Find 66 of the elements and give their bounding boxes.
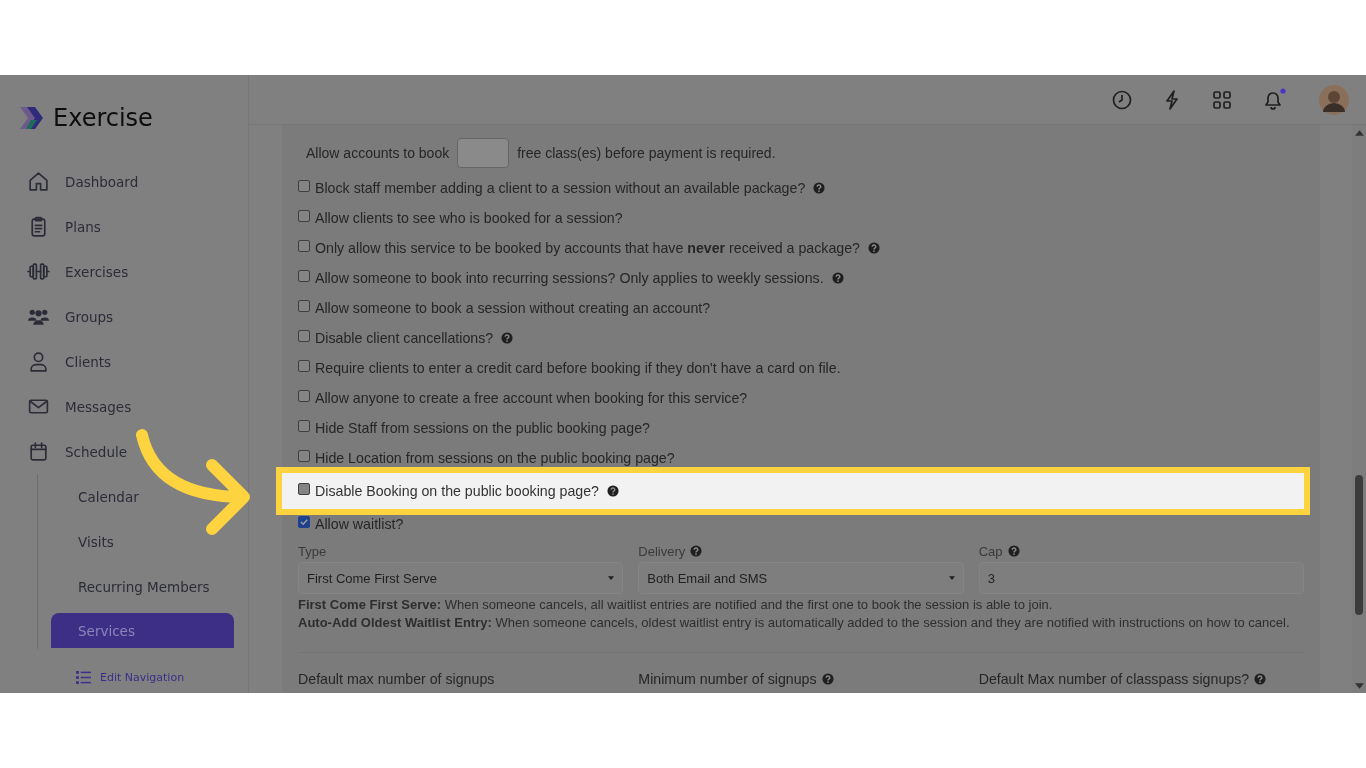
free-classes-field[interactable]	[457, 138, 510, 168]
checkbox[interactable]	[298, 483, 310, 495]
caret-icon	[948, 576, 955, 580]
checkbox[interactable]	[298, 300, 310, 312]
option-label: Require clients to enter a credit card before booking if they don't have a card on file.	[315, 360, 841, 376]
free-classes-suffix: free class(es) before payment is required.	[517, 145, 776, 161]
field-label: Delivery	[638, 543, 686, 559]
brand-name: Exercise	[53, 104, 153, 132]
caret-icon	[608, 576, 615, 580]
option-label: Allow anyone to create a free account when booking for this service?	[315, 390, 748, 406]
checkbox[interactable]	[298, 390, 310, 402]
nav-subitem[interactable]: Recurring Members	[51, 564, 234, 609]
option-label: Allow someone to book into recurring sessions? Only applies to weekly sessions.	[315, 270, 824, 286]
checkbox[interactable]	[298, 450, 310, 462]
field-label: Minimum number of signups	[638, 671, 817, 687]
nav-item[interactable]: Exercises	[27, 249, 248, 294]
input-field[interactable]: 3	[978, 562, 1304, 594]
list-icon	[76, 671, 91, 684]
scroll-up-icon[interactable]	[1354, 130, 1364, 136]
nav-item[interactable]: Plans	[27, 204, 248, 249]
field-label: Type	[298, 543, 327, 559]
logo-icon	[17, 104, 45, 132]
checkbox[interactable]	[298, 420, 310, 432]
clock-icon[interactable]	[1111, 88, 1133, 111]
checkbox[interactable]	[298, 330, 310, 342]
help-text: Auto-Add Oldest Waitlist Entry: When someone cancels, oldest waitlist entry is automatically added to the session and they are notified with instructions on how to cancel.	[298, 616, 1291, 630]
select-field[interactable]: First Come First Serve	[298, 562, 624, 594]
nav-item[interactable]: Messages	[27, 384, 248, 429]
option-label: Only allow this service to be booked by accounts that have never received a package?	[315, 240, 860, 256]
option-label: Allow someone to book a session without creating an account?	[315, 300, 711, 316]
calendar-icon	[27, 440, 50, 463]
checkbox[interactable]	[298, 360, 310, 372]
option-label: Allow clients to see who is booked for a session?	[315, 210, 623, 226]
avatar[interactable]	[1319, 84, 1349, 115]
nav-subitem[interactable]: Calendar	[51, 474, 234, 519]
nav-subitem[interactable]: Services	[51, 613, 234, 648]
nav-item[interactable]: Groups	[27, 294, 248, 339]
field-label: Default Max number of classpass signups?	[978, 671, 1250, 687]
nav-subitem[interactable]: Visits	[51, 519, 234, 564]
edit-navigation-link[interactable]: Edit Navigation	[100, 671, 185, 684]
field-label: Cap	[978, 543, 1003, 559]
field-label: Default max number of signups	[298, 671, 495, 687]
nav-item[interactable]: Schedule	[27, 429, 248, 474]
person-icon	[27, 350, 50, 373]
checkbox[interactable]	[298, 270, 310, 282]
option-label: Block staff member adding a client to a session without an available package?	[315, 180, 806, 196]
option-label: Allow waitlist?	[315, 516, 404, 532]
select-field[interactable]: Both Email and SMS	[638, 562, 964, 594]
checkbox[interactable]	[298, 180, 310, 192]
help-icon[interactable]	[606, 485, 619, 497]
nav-item[interactable]: Dashboard	[27, 159, 248, 204]
checkbox[interactable]	[298, 240, 310, 252]
grid-icon[interactable]	[1211, 88, 1233, 111]
scroll-down-icon[interactable]	[1354, 683, 1364, 689]
option-label: Disable Booking on the public booking page?	[315, 483, 599, 499]
home-icon	[27, 170, 50, 193]
scrollbar-thumb[interactable]	[1355, 475, 1363, 615]
free-classes-label: Allow accounts to book	[306, 145, 450, 161]
option-label: Hide Staff from sessions on the public booking page?	[315, 420, 650, 436]
help-text: First Come First Serve: When someone cancels, all waitlist entries are notified and the first one to book the session is able to join.	[298, 598, 1054, 612]
checkbox[interactable]	[298, 516, 310, 528]
option-label: Hide Location from sessions on the public booking page?	[315, 450, 675, 466]
nav-item[interactable]: Clients	[27, 339, 248, 384]
dumbbell-icon	[27, 260, 50, 283]
option-label: Disable client cancellations?	[315, 330, 494, 346]
checkbox[interactable]	[298, 210, 310, 222]
